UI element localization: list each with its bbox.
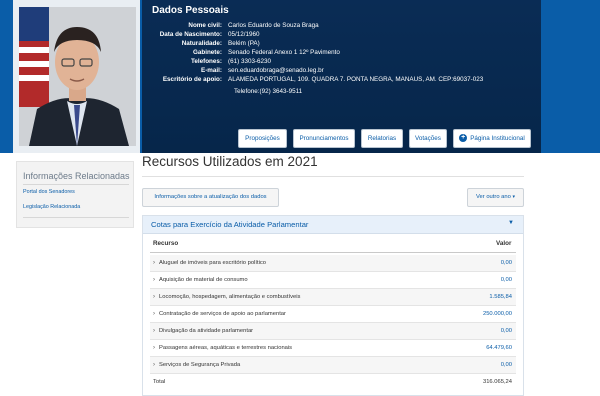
field-label: Telefones:	[190, 58, 222, 65]
col-header-valor: Valor	[496, 240, 512, 247]
chevron-right-icon: ›	[153, 260, 155, 266]
row-label-wrap: › Serviços de Segurança Privada	[153, 362, 240, 368]
table-row[interactable]: › Passagens aéreas, aquáticas e terrestre…	[150, 340, 516, 357]
divider	[23, 217, 129, 218]
field-gabinete: Gabinete: Senado Federal Anexo 1 12º Pavi…	[135, 49, 535, 58]
caret-down-icon: ▾	[512, 194, 515, 200]
chevron-right-icon: ›	[153, 328, 155, 334]
table-row[interactable]: › Locomoção, hospedagem, alimentação e co…	[150, 289, 516, 306]
row-value: 0,00	[500, 328, 512, 334]
field-escritorio: Escritório de apoio: ALAMEDA PORTUGAL, 10…	[135, 76, 535, 85]
field-nome-civil: Nome civil: Carlos Eduardo de Souza Braga	[135, 22, 535, 31]
plus-icon: +	[459, 134, 468, 143]
table-row[interactable]: › Serviços de Segurança Privada 0,00	[150, 357, 516, 374]
chevron-right-icon: ›	[153, 345, 155, 351]
row-value: 1.585,84	[489, 294, 512, 300]
proposicoes-button[interactable]: Proposições	[238, 129, 287, 148]
row-label-wrap: › Locomoção, hospedagem, alimentação e co…	[153, 294, 300, 300]
field-label: Naturalidade:	[181, 40, 222, 47]
table-row[interactable]: › Contratação de serviços de apoio ao par…	[150, 306, 516, 323]
row-label: Aluguel de imóveis para escritório polít…	[159, 260, 266, 266]
chevron-right-icon: ›	[153, 294, 155, 300]
field-value: Belém (PA)	[228, 40, 260, 47]
row-value: 0,00	[500, 260, 512, 266]
row-label-wrap: › Contratação de serviços de apoio ao par…	[153, 311, 286, 317]
chevron-right-icon: ›	[153, 277, 155, 283]
total-label: Total	[153, 379, 166, 385]
pagina-institucional-button[interactable]: + Página Institucional	[453, 129, 531, 148]
field-email: E-mail: sen.eduardobraga@senado.leg.br	[135, 67, 535, 76]
field-label: E-mail:	[201, 67, 222, 74]
row-label: Passagens aéreas, aquáticas e terrestres…	[159, 345, 293, 351]
row-value: 250.000,00	[482, 311, 512, 317]
field-label: Nome civil:	[188, 22, 222, 29]
field-value: (61) 3303-6230	[228, 58, 272, 65]
field-data-nascimento: Data de Nascimento: 05/12/1960	[135, 31, 535, 40]
col-header-recurso: Recurso	[153, 240, 179, 247]
portal-senadores-link[interactable]: Portal dos Senadores	[23, 189, 75, 195]
row-value: 0,00	[500, 277, 512, 283]
chevron-right-icon: ›	[153, 362, 155, 368]
votacoes-button[interactable]: Votações	[409, 129, 447, 148]
photo-frame	[13, 0, 142, 153]
cotas-panel-header[interactable]: Cotas para Exercício da Atividade Parlam…	[143, 216, 523, 234]
row-label: Divulgação da atividade parlamentar	[159, 328, 254, 334]
row-label: Serviços de Segurança Privada	[159, 362, 241, 368]
row-label-wrap: › Passagens aéreas, aquáticas e terrestre…	[153, 345, 292, 351]
row-value: 0,00	[500, 362, 512, 368]
field-label: Escritório de apoio:	[162, 76, 222, 83]
senator-photo	[19, 7, 136, 146]
chevron-right-icon: ›	[153, 311, 155, 317]
relatorias-button[interactable]: Relatorias	[361, 129, 403, 148]
row-value: 64.479,60	[486, 345, 512, 351]
ver-outro-ano-label: Ver outro ano	[476, 194, 511, 200]
row-label-wrap: › Divulgação da atividade parlamentar	[153, 328, 253, 334]
info-atualizacao-button[interactable]: Informações sobre a atualização dos dado…	[142, 188, 279, 207]
row-label: Contratação de serviços de apoio ao parl…	[159, 311, 286, 317]
header-divider	[150, 252, 516, 253]
row-label: Aquisição de material de consumo	[159, 277, 248, 283]
senator-header: Dados Pessoais Nome civil: Carlos Eduardo…	[0, 0, 600, 153]
informacoes-relacionadas-panel: Informações Relacionadas Portal dos Sena…	[16, 161, 134, 228]
field-value: Carlos Eduardo de Souza Braga	[228, 22, 319, 29]
page-title: Recursos Utilizados em 2021	[142, 154, 318, 169]
total-value: 316.065,24	[482, 379, 512, 385]
cotas-panel-title: Cotas para Exercício da Atividade Parlam…	[151, 220, 309, 229]
table-row[interactable]: › Divulgação da atividade parlamentar 0,0…	[150, 323, 516, 340]
table-row[interactable]: › Aluguel de imóveis para escritório polí…	[150, 255, 516, 272]
email-link[interactable]: sen.eduardobraga@senado.leg.br	[228, 67, 324, 76]
row-label-wrap: › Aquisição de material de consumo	[153, 277, 248, 283]
field-naturalidade: Naturalidade: Belém (PA)	[135, 40, 535, 49]
row-label-wrap: › Aluguel de imóveis para escritório polí…	[153, 260, 266, 266]
legislacao-relacionada-link[interactable]: Legislação Relacionada	[23, 204, 80, 210]
field-telefones: Telefones: (61) 3303-6230	[135, 58, 535, 67]
side-panel-title: Informações Relacionadas	[23, 171, 130, 181]
field-value: ALAMEDA PORTUGAL, 109. QUADRA 7. PONTA N…	[228, 76, 484, 83]
divider	[23, 184, 129, 185]
ver-outro-ano-button[interactable]: Ver outro ano ▾	[467, 188, 524, 207]
divider	[142, 176, 524, 177]
field-value: Senado Federal Anexo 1 12º Pavimento	[228, 49, 340, 56]
caret-down-icon: ▼	[508, 220, 514, 226]
pagina-institucional-label: Página Institucional	[470, 135, 525, 142]
pronunciamentos-button[interactable]: Pronunciamentos	[293, 129, 355, 148]
escritorio-telefone: Telefone:(92) 3643-9511	[234, 88, 303, 95]
field-label: Data de Nascimento:	[159, 31, 222, 38]
dados-pessoais-title: Dados Pessoais	[152, 5, 229, 16]
field-label: Gabinete:	[192, 49, 222, 56]
total-row: Total 316.065,24	[150, 374, 516, 392]
field-value: 05/12/1960	[228, 31, 260, 38]
table-row[interactable]: › Aquisição de material de consumo 0,00	[150, 272, 516, 289]
row-label: Locomoção, hospedagem, alimentação e com…	[159, 294, 301, 300]
